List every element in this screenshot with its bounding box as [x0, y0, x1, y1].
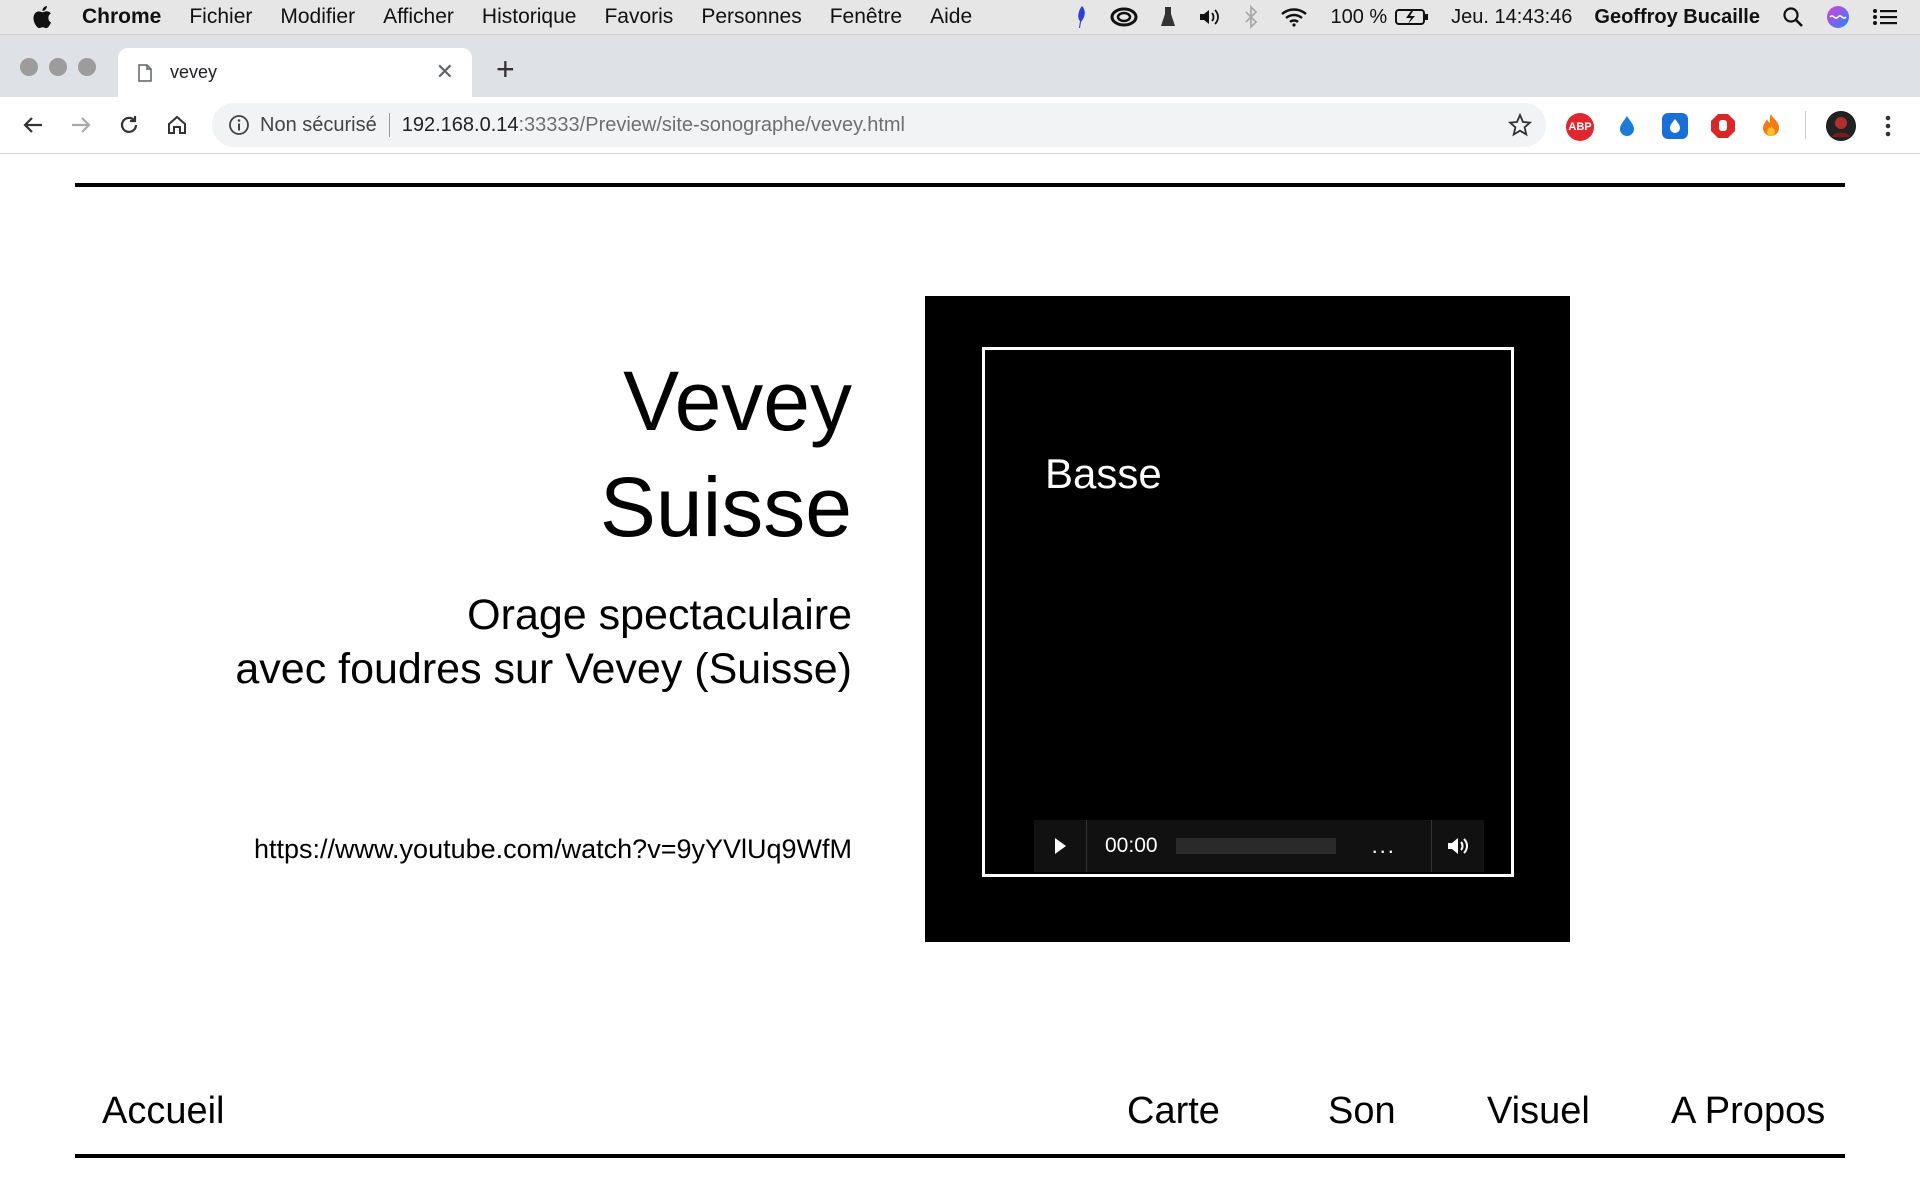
back-arrow-icon[interactable]	[19, 111, 47, 139]
nav-accueil[interactable]: Accueil	[102, 1090, 225, 1133]
drop-box-icon[interactable]	[1662, 113, 1688, 139]
audio-track-label: Basse	[1045, 450, 1162, 497]
home-icon[interactable]	[163, 111, 191, 139]
info-icon[interactable]	[228, 114, 250, 136]
mute-button[interactable]	[1431, 820, 1484, 872]
window-zoom-button[interactable]	[78, 58, 96, 76]
new-tab-button[interactable]: +	[496, 53, 515, 85]
footer-navigation: Accueil Carte Son Visuel A Propos	[0, 1090, 1920, 1140]
title-city: Vevey	[623, 354, 852, 448]
menu-afficher[interactable]: Afficher	[383, 5, 454, 29]
forward-arrow-icon[interactable]	[67, 111, 95, 139]
toolbar-divider	[1805, 111, 1806, 139]
tab-strip: vevey ✕ +	[0, 35, 1920, 97]
url-host: 192.168.0.14	[401, 113, 519, 136]
fire-icon[interactable]	[1758, 113, 1784, 139]
address-bar[interactable]: Non sécurisé 192.168.0.14:33333/Preview/…	[212, 103, 1546, 147]
bluetooth-icon[interactable]	[1244, 5, 1258, 29]
battery-icon[interactable]	[1395, 8, 1429, 26]
menu-fenetre[interactable]: Fenêtre	[830, 5, 902, 29]
url-path: :33333/Preview/site-sonographe/vevey.htm…	[518, 113, 906, 136]
menu-favoris[interactable]: Favoris	[604, 5, 673, 29]
window-minimize-button[interactable]	[49, 58, 67, 76]
nav-carte[interactable]: Carte	[1127, 1090, 1220, 1133]
flask-icon[interactable]	[1160, 5, 1176, 29]
menu-bar: Chrome Fichier Modifier Afficher Histori…	[0, 0, 1920, 35]
tab-close-icon[interactable]: ✕	[436, 61, 454, 83]
feather-icon[interactable]	[1074, 5, 1088, 29]
creative-cloud-icon[interactable]	[1110, 7, 1138, 27]
browser-toolbar: Non sécurisé 192.168.0.14:33333/Preview/…	[0, 97, 1920, 154]
tab-title: vevey	[170, 62, 218, 82]
page-title: Vevey Suisse	[600, 348, 852, 560]
menu-app-name[interactable]: Chrome	[82, 5, 161, 29]
security-status-label[interactable]: Non sécurisé	[260, 114, 377, 137]
menu-clock[interactable]: Jeu. 14:43:46	[1451, 6, 1572, 29]
title-country: Suisse	[599, 460, 852, 554]
notification-center-icon[interactable]	[1872, 7, 1898, 27]
play-icon	[1055, 838, 1066, 854]
bookmark-star-icon[interactable]	[1508, 113, 1532, 137]
document-icon	[138, 63, 152, 82]
menu-historique[interactable]: Historique	[482, 5, 577, 29]
raindrop-icon[interactable]	[1614, 113, 1640, 139]
menu-user[interactable]: Geoffroy Bucaille	[1594, 6, 1760, 29]
adblock-plus-icon[interactable]: ABP	[1566, 113, 1594, 141]
subtitle-line-2: avec foudres sur Vevey (Suisse)	[235, 645, 852, 693]
volume-icon	[1448, 838, 1468, 854]
wifi-icon[interactable]	[1280, 7, 1308, 27]
siri-icon[interactable]	[1826, 5, 1850, 29]
nav-visuel[interactable]: Visuel	[1487, 1090, 1590, 1133]
audio-player-frame: Basse 00:00 ...	[925, 296, 1570, 942]
tab-vevey[interactable]: vevey ✕	[118, 48, 472, 97]
chrome-menu-icon[interactable]	[1875, 113, 1901, 139]
apple-icon[interactable]	[30, 4, 54, 30]
audio-controls: 00:00 ...	[1034, 820, 1484, 872]
nav-a-propos[interactable]: A Propos	[1671, 1090, 1825, 1133]
window-close-button[interactable]	[20, 58, 38, 76]
current-time: 00:00	[1105, 834, 1158, 857]
source-video-link[interactable]: https://www.youtube.com/watch?v=9yYVlUq9…	[254, 834, 852, 865]
progress-bar[interactable]	[1175, 838, 1336, 854]
stop-hand-icon[interactable]	[1710, 113, 1736, 139]
audio-player-panel: Basse 00:00 ...	[982, 347, 1514, 877]
menu-fichier[interactable]: Fichier	[189, 5, 252, 29]
subtitle-line-1: Orage spectaculaire	[467, 591, 852, 639]
page-subtitle: Orage spectaculaire avec foudres sur Vev…	[235, 588, 852, 696]
menu-personnes[interactable]: Personnes	[701, 5, 801, 29]
profile-avatar[interactable]	[1826, 111, 1856, 141]
volume-icon[interactable]	[1198, 7, 1222, 27]
menu-aide[interactable]: Aide	[930, 5, 972, 29]
nav-son[interactable]: Son	[1328, 1090, 1396, 1133]
battery-percent: 100 %	[1330, 5, 1388, 28]
top-divider-rule	[75, 183, 1845, 187]
spotlight-search-icon[interactable]	[1782, 6, 1804, 28]
menu-modifier[interactable]: Modifier	[280, 5, 355, 29]
more-options-button[interactable]: ...	[1372, 833, 1396, 859]
omnibox-divider	[388, 113, 390, 137]
play-button[interactable]	[1034, 820, 1087, 872]
reload-icon[interactable]	[115, 111, 143, 139]
bottom-divider-rule	[75, 1154, 1845, 1158]
